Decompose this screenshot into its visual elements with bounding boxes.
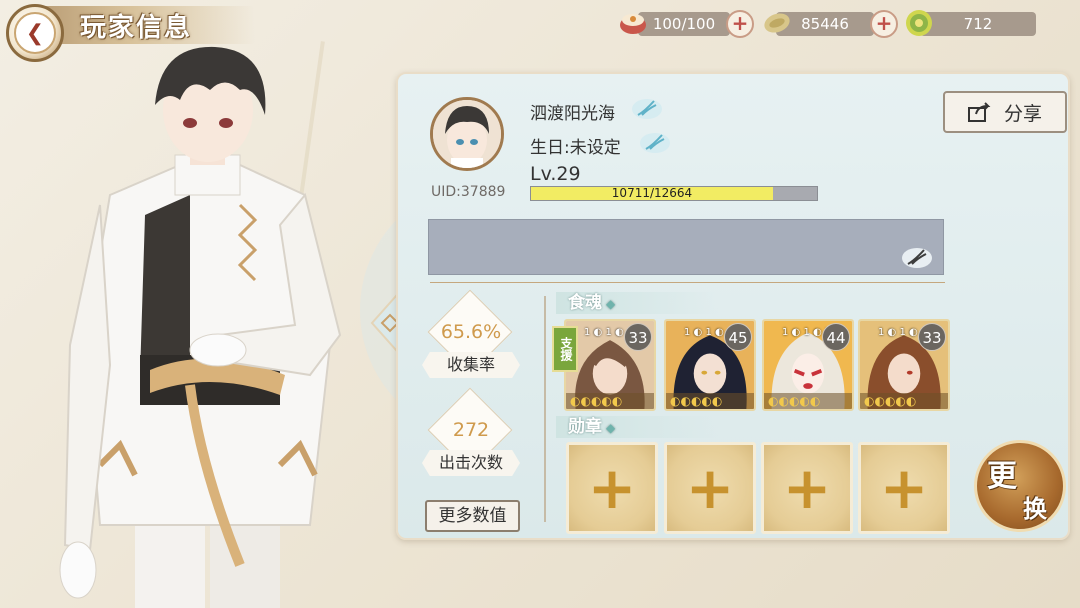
more-stats-button[interactable]: 更多数值 xyxy=(425,500,520,532)
resource-food-value: 100/100 xyxy=(638,12,730,36)
player-level: Lv.29 xyxy=(530,163,581,185)
sortie-count-value: 272 xyxy=(452,419,490,441)
diamond-icon: ◆ xyxy=(606,297,616,311)
support-tag: 支援 xyxy=(552,326,578,372)
xp-text: 10711/12664 xyxy=(611,186,693,200)
player-uid: UID:37889 xyxy=(431,184,506,200)
character-illustration xyxy=(59,46,342,608)
signature-box[interactable] xyxy=(428,219,944,275)
add-medal-icon: + xyxy=(685,454,735,522)
player-name: 泗渡阳光海 xyxy=(530,104,615,124)
add-medal-icon: + xyxy=(879,454,929,522)
soul-card[interactable]: 1 ◐ 1 ◐ 45 ◐◐◐◐◐ xyxy=(664,319,756,411)
edit-signature-icon[interactable] xyxy=(900,246,934,270)
resource-jade-value: 712 xyxy=(920,12,1036,36)
edit-birthday-icon[interactable] xyxy=(638,131,672,155)
add-medal-icon: + xyxy=(587,454,637,522)
card-level-badge: 45 xyxy=(724,323,752,351)
card-mini-stats: 1 ◐ 1 ◐ xyxy=(878,327,918,338)
medal-slot[interactable]: + xyxy=(664,442,756,534)
player-birthday: 生日:未设定 xyxy=(530,138,621,158)
avatar-portrait-icon xyxy=(433,100,501,168)
medals-section-label: 勋章 ◆ xyxy=(556,416,718,438)
share-icon xyxy=(967,102,991,122)
add-medal-icon: + xyxy=(782,454,832,522)
change-button[interactable]: 更 换 xyxy=(974,440,1066,532)
jade-coin-icon xyxy=(906,10,932,36)
avatar[interactable] xyxy=(430,97,504,171)
medals-label-text: 勋章 xyxy=(568,417,602,437)
soul-card[interactable]: 1 ◐ 1 ◐ 2 44 ◐◐◐◐◐ xyxy=(762,319,854,411)
share-button[interactable]: 分享 xyxy=(943,91,1067,133)
card-bottom-bar: ◐◐◐◐◐ xyxy=(566,393,654,409)
card-level-badge: 33 xyxy=(624,323,652,351)
change-button-label-2: 换 xyxy=(1023,494,1047,523)
collection-rate-label: 收集率 xyxy=(422,352,520,378)
edit-name-icon[interactable] xyxy=(630,97,664,121)
sortie-count-label: 出击次数 xyxy=(422,450,520,476)
card-bottom-bar: ◐◐◐◐◐ xyxy=(764,393,852,409)
souls-label-text: 食魂 xyxy=(568,293,602,313)
vertical-divider xyxy=(544,296,546,522)
card-mini-stats: 1 ◐ 1 ◐ xyxy=(584,327,624,338)
soul-card[interactable]: 1 ◐ 1 ◐ 33 ◐◐◐◐◐ xyxy=(858,319,950,411)
coin-icon xyxy=(764,13,790,33)
collection-rate-value: 65.6% xyxy=(440,321,502,343)
card-bottom-bar: ◐◐◐◐◐ xyxy=(860,393,948,409)
card-level-badge: 44 xyxy=(822,323,850,351)
food-bowl-icon xyxy=(620,14,646,34)
add-coin-button[interactable]: + xyxy=(870,10,898,38)
divider xyxy=(430,282,945,283)
add-food-button[interactable]: + xyxy=(726,10,754,38)
card-bottom-bar: ◐◐◐◐◐ xyxy=(666,393,754,409)
medal-slot[interactable]: + xyxy=(566,442,658,534)
souls-section-label: 食魂 ◆ xyxy=(556,292,718,314)
page-title: 玩家信息 xyxy=(80,13,193,43)
share-label: 分享 xyxy=(1003,102,1042,125)
medal-slot[interactable]: + xyxy=(761,442,853,534)
xp-bar: 10711/12664 xyxy=(530,186,818,201)
card-level-badge: 33 xyxy=(918,323,946,351)
diamond-icon: ◆ xyxy=(606,421,616,435)
medal-slot[interactable]: + xyxy=(858,442,950,534)
card-mini-stats: 1 ◐ 1 ◐ xyxy=(684,327,724,338)
change-button-label-1: 更 xyxy=(987,459,1017,494)
